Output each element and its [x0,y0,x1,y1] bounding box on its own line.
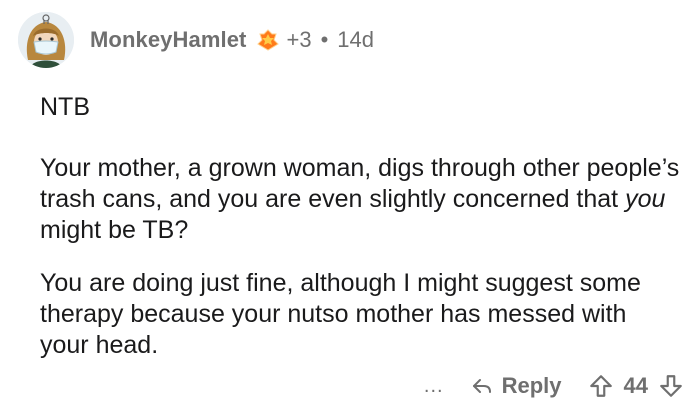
upvote-arrow-icon [589,375,612,397]
comment: MonkeyHamlet +3 • 14d NTB Your mother, a… [0,0,700,404]
avatar-illustration [18,12,74,68]
avatar[interactable] [18,12,74,68]
paragraph-1-text: NTB [40,93,90,121]
paragraph-2-text-after: might be TB? [40,216,189,244]
reply-arrow-icon [472,379,491,393]
paragraph-2: Your mother, a grown woman, digs through… [40,153,680,246]
paragraph-2-text-before: Your mother, a grown woman, digs through… [40,154,680,213]
reply-label: Reply [501,373,562,398]
paragraph-2-italic: you [625,185,666,213]
metadata-separator: • [320,27,329,52]
downvote-arrow-icon [660,375,682,397]
comment-header: MonkeyHamlet +3 • 14d [18,8,374,72]
award-icon[interactable] [256,28,280,52]
username[interactable]: MonkeyHamlet [90,27,246,53]
paragraph-1: NTB [40,92,680,123]
vote-controls: 44 [588,373,684,399]
award-count: +3 [286,27,312,52]
upvote-button[interactable] [588,373,614,399]
vote-count: 44 [623,373,648,398]
comment-age: 14d [337,27,374,52]
comment-body: NTB Your mother, a grown woman, digs thr… [40,92,680,361]
downvote-button[interactable] [658,373,684,399]
reply-button[interactable]: Reply [470,373,562,399]
more-options-button[interactable]: ... [424,375,444,398]
paragraph-3: You are doing just fine, although I migh… [40,268,680,361]
paragraph-3-text: You are doing just fine, although I migh… [40,269,641,359]
comment-actions: ... Reply 44 [424,368,684,404]
